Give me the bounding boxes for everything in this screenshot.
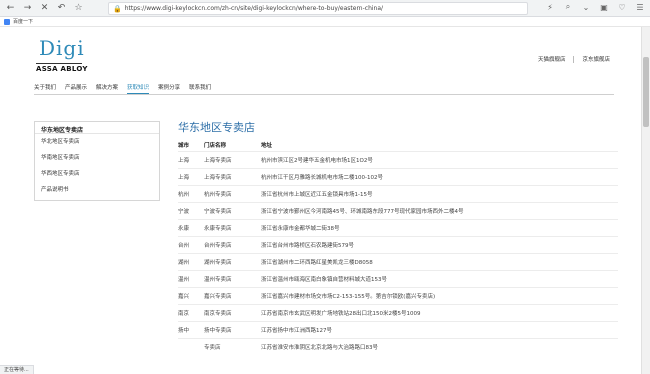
cell-city: 上海	[178, 150, 204, 168]
table-row: 上海 上海专卖店 杭州市滨江区2号建华五金机电市场1区1O2号	[178, 150, 618, 168]
cell-store-name: 南京专卖店	[204, 303, 261, 321]
table-row: 扬中 扬中专卖店 江苏省扬中市江洲西路127号	[178, 320, 618, 338]
brand-name: ASSA ABLOY	[36, 65, 88, 73]
nav-item[interactable]: 联系我们	[189, 83, 211, 94]
cell-address: 杭州市滨江区2号建华五金机电市场1区1O2号	[261, 150, 618, 168]
cell-city: 杭州	[178, 184, 204, 202]
cell-store-name: 台州专卖店	[204, 235, 261, 253]
cell-store-name: 专卖店	[204, 337, 261, 355]
cell-city: 宁波	[178, 201, 204, 219]
store-table: 城市 门店名称 地址 上海 上海专卖店 杭州市滨江区2号建华五金机电市场1区1O2号…	[178, 139, 618, 355]
bookmark-icon[interactable]: ♡	[616, 3, 628, 12]
nav-item[interactable]: 关于我们	[34, 83, 56, 94]
star-icon[interactable]: ☆	[72, 2, 85, 15]
cell-address: 浙江省温州市瓯海区南白象镇自营材料城大道153号	[261, 269, 618, 287]
cell-address: 杭州市江干区月雅路长城机电市场二楼100-102号	[261, 167, 618, 185]
cell-city: 永康	[178, 218, 204, 236]
logo[interactable]: Digi	[39, 36, 85, 60]
url-text: https://www.digi-keylockcn.com/zh-cn/sit…	[124, 5, 384, 12]
cell-city: 上海	[178, 167, 204, 185]
table-row: 温州 温州专卖店 浙江省温州市瓯海区南白象镇自营材料城大道153号	[178, 269, 618, 287]
nav-item[interactable]: 产品展示	[65, 83, 87, 94]
logo-divider	[36, 63, 82, 64]
cell-address: 浙江省湖州市二环西路红星美凯龙三楼D8058	[261, 252, 618, 270]
cell-city: 湖州	[178, 252, 204, 270]
status-bar: 正在等待...	[0, 365, 34, 374]
table-row: 杭州 杭州专卖店 浙江省杭州市上城区近江五金锁具市场1-15号	[178, 184, 618, 202]
cell-address: 浙江省台州市路桥区石农路建街579号	[261, 235, 618, 253]
page-title: 华东地区专卖店	[178, 121, 255, 134]
cell-address: 江苏省扬中市江洲西路127号	[261, 320, 618, 338]
column-header-city: 城市	[178, 142, 190, 149]
cell-store-name: 扬中专卖店	[204, 320, 261, 338]
cell-address: 江苏省南京市玄武区明发广场地铁站28出口北150米2楼5号1009	[261, 303, 618, 321]
nav-item[interactable]: 获取知识	[127, 83, 150, 94]
sidebar-item-south[interactable]: 华南地区专卖店	[35, 150, 159, 166]
cell-city: 嘉兴	[178, 286, 204, 304]
divider	[573, 55, 575, 63]
lock-icon: 🔒	[113, 4, 122, 13]
table-row: 南京 南京专卖店 江苏省南京市玄武区明发广场地铁站28出口北150米2楼5号1009	[178, 303, 618, 321]
sidebar-item-north[interactable]: 华北地区专卖店	[35, 134, 159, 150]
sidebar: 华东地区专卖店 华北地区专卖店 华南地区专卖店 华西地区专卖店 产品说明书	[34, 121, 160, 201]
chevron-down-icon[interactable]: ⌄	[580, 3, 592, 12]
nav-item[interactable]: 解决方案	[96, 83, 118, 94]
cell-city: 温州	[178, 269, 204, 287]
bookmark-baidu[interactable]: 百度一下	[13, 18, 33, 25]
jd-store-link[interactable]: 京东旗舰店	[582, 55, 610, 63]
baidu-icon	[4, 18, 10, 25]
close-icon[interactable]: ✕	[38, 2, 51, 15]
column-header-name: 门店名称	[204, 142, 227, 149]
sidebar-item-west[interactable]: 华西地区专卖店	[35, 166, 159, 182]
table-row: 永康 永康专卖店 浙江省永康市金都华城二街38号	[178, 218, 618, 236]
table-header-row: 城市 门店名称 地址	[178, 139, 618, 151]
table-row: 专卖店 江苏省淮安市淮阴区北京北路与大治路路口83号	[178, 337, 618, 355]
cell-store-name: 湖州专卖店	[204, 252, 261, 270]
scrollbar-thumb[interactable]	[643, 57, 649, 127]
sidebar-heading[interactable]: 华东地区专卖店	[35, 122, 159, 134]
cell-store-name: 上海专卖店	[204, 167, 261, 185]
table-row: 上海 上海专卖店 杭州市江干区月雅路长城机电市场二楼100-102号	[178, 167, 618, 185]
sidebar-item-manual[interactable]: 产品说明书	[35, 182, 159, 198]
cell-store-name: 嘉兴专卖店	[204, 286, 261, 304]
address-bar[interactable]: 🔒 https://www.digi-keylockcn.com/zh-cn/s…	[108, 2, 528, 15]
cell-address: 浙江省宁波市鄞州区今河南路45号、环城南路东段777号现代家园市场西外二楼4号	[261, 201, 618, 219]
browser-toolbar: ← → ✕ ↶ ☆ 🔒 https://www.digi-keylockcn.c…	[0, 0, 650, 17]
cell-address: 浙江省永康市金都华城二街38号	[261, 218, 618, 236]
bookmarks-bar: 百度一下	[0, 17, 650, 27]
menu-icon[interactable]: ☰	[634, 3, 646, 12]
undo-icon[interactable]: ↶	[55, 2, 68, 15]
store-links: 天猫旗舰店 京东旗舰店	[538, 55, 610, 63]
cell-address: 江苏省淮安市淮阴区北京北路与大治路路口83号	[261, 337, 618, 355]
cell-store-name: 上海专卖店	[204, 150, 261, 168]
table-row: 台州 台州专卖店 浙江省台州市路桥区石农路建街579号	[178, 235, 618, 253]
scrollbar[interactable]	[641, 27, 650, 374]
table-row: 嘉兴 嘉兴专卖店 浙江省嘉兴市建材市场交市场C2-153-155号。第吉尔锁欧(嘉兴…	[178, 286, 618, 304]
cell-city	[178, 337, 204, 355]
back-icon[interactable]: ←	[4, 2, 17, 15]
extension-icon[interactable]: ▣	[598, 3, 610, 12]
cell-store-name: 温州专卖店	[204, 269, 261, 287]
table-row: 宁波 宁波专卖店 浙江省宁波市鄞州区今河南路45号、环城南路东段777号现代家园市场…	[178, 201, 618, 219]
cell-store-name: 永康专卖店	[204, 218, 261, 236]
cell-address: 浙江省杭州市上城区近江五金锁具市场1-15号	[261, 184, 618, 202]
column-header-address: 地址	[261, 142, 273, 149]
cell-store-name: 宁波专卖店	[204, 201, 261, 219]
cell-address: 浙江省嘉兴市建材市场交市场C2-153-155号。第吉尔锁欧(嘉兴专卖店)	[261, 286, 618, 304]
forward-icon[interactable]: →	[21, 2, 34, 15]
nav-divider	[34, 94, 614, 95]
main-content: 华东地区专卖店 城市 门店名称 地址 上海 上海专卖店 杭州市滨江区2号建华五金机电…	[178, 119, 618, 355]
tmall-store-link[interactable]: 天猫旗舰店	[538, 55, 566, 63]
main-nav: 关于我们 产品展示 解决方案 获取知识 案例分享 联系我们	[34, 83, 614, 94]
table-row: 湖州 湖州专卖店 浙江省湖州市二环西路红星美凯龙三楼D8058	[178, 252, 618, 270]
cell-store-name: 杭州专卖店	[204, 184, 261, 202]
lightning-icon[interactable]: ⚡	[544, 3, 556, 12]
nav-item[interactable]: 案例分享	[158, 83, 180, 94]
cell-city: 扬中	[178, 320, 204, 338]
cell-city: 台州	[178, 235, 204, 253]
cell-city: 南京	[178, 303, 204, 321]
search-icon[interactable]: ⌕	[562, 2, 574, 12]
